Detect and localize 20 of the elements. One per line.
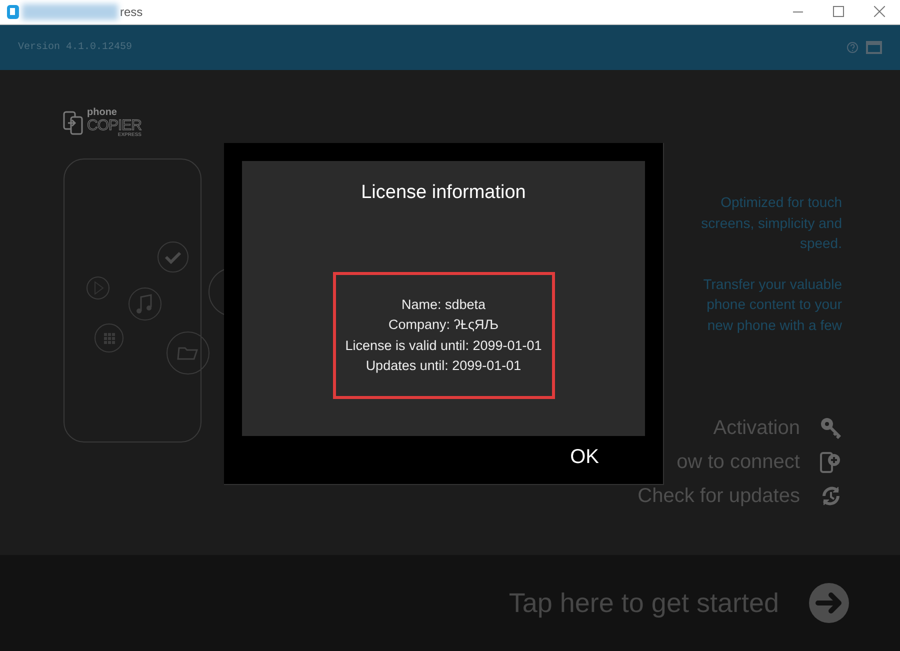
license-detail: Updates until: 2099-01-01 [366,357,522,375]
license-detail: Name: sdbeta [401,296,486,314]
phone-plus-icon [820,451,842,473]
promo-text: Transfer your valuable phone content to your new phone with a few [703,274,842,335]
dialog-title: License information [361,182,526,204]
license-detail: Company: ʔȽςЯЉ [388,316,499,334]
close-icon[interactable] [874,6,885,17]
key-icon [820,417,842,439]
window-title: ress [120,5,143,19]
maximize-icon[interactable] [833,6,844,17]
logo-text: phone [87,108,118,118]
phone-transfer-icon [63,111,83,135]
ok-button[interactable]: OK [564,442,605,473]
refresh-clock-icon [820,485,842,507]
logo-text: COPIER [87,118,142,133]
license-detail: License is valid until: 2099-01-01 [345,336,542,354]
app-icon [6,4,20,20]
promo-text: Optimized for touch screens, simplicity and speed. [701,193,842,253]
version-label: Version 4.1.0.12459 [18,42,132,53]
arrow-right-icon[interactable] [809,583,849,623]
